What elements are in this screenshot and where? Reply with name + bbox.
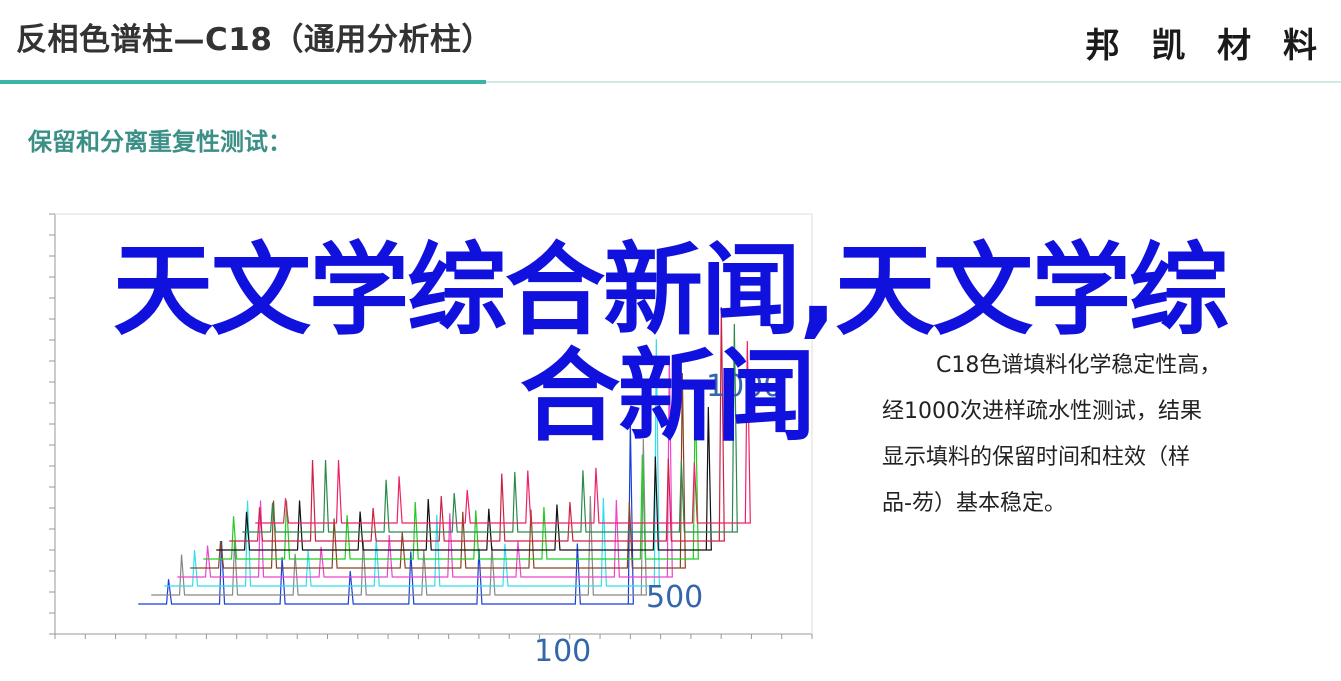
- x-axis-ticks: [54, 634, 813, 639]
- watermark-overlay-text: 天文学综合新闻,天文学综 合新闻: [10, 238, 1330, 450]
- annotation-label-500: 500: [646, 580, 703, 615]
- overlay-line-2: 合新闻: [520, 338, 816, 455]
- description-line-4: 品-芴）基本稳定。: [882, 491, 1066, 516]
- chromatogram-trace-2: [151, 438, 647, 596]
- annotation-label-100: 100: [534, 634, 591, 669]
- overlay-line-1: 天文学综合新闻,天文学综: [113, 232, 1229, 349]
